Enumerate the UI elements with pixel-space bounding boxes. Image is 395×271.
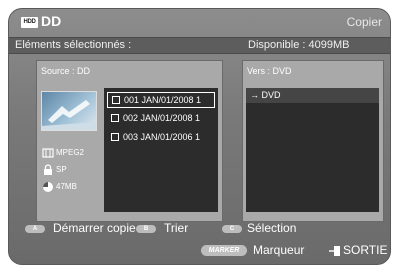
disc-icon [43,182,53,192]
marker-key[interactable]: MARKER [201,245,247,256]
quality-value: SP [56,165,67,174]
size-row: 47MB [42,181,102,193]
format-value: MPEG2 [56,148,85,157]
button-guide: A Démarrer copie B Trier C Sélection MAR… [9,221,390,264]
key-c[interactable]: C [222,225,242,233]
lock-icon [44,164,52,175]
destination-label: → DVD [250,90,281,100]
selection-label: Sélection [247,221,297,235]
exit-label: SORTIE [343,243,388,257]
checkbox[interactable] [111,133,119,141]
list-item[interactable]: 003 JAN/01/2006 1 [107,130,215,146]
mode-label: Copier [346,15,382,29]
start-copy-label: Démarrer copie [53,221,136,235]
destination-list: → DVD [246,88,379,212]
checkbox[interactable] [111,114,119,122]
destination-item-dvd[interactable]: → DVD [246,88,379,103]
list-item[interactable]: 002 JAN/01/2008 1 [107,111,215,127]
source-title: Source : DD [41,66,91,76]
title-label: 003 JAN/01/2006 1 [123,132,201,142]
copy-screen: HDD DD Copier Eléments sélectionnés : Di… [8,8,391,265]
hdd-icon: HDD [21,17,38,28]
quality-row: SP [42,164,102,176]
selected-items-label: Eléments sélectionnés : [15,39,132,51]
available-space: Disponible : 4099MB [248,39,350,51]
video-thumbnail [41,91,97,131]
destination-title: Vers : DVD [247,66,292,76]
film-icon [42,148,54,158]
checkbox[interactable] [112,96,120,104]
list-item[interactable]: 001 JAN/01/2008 1 [107,92,215,108]
info-bar: Eléments sélectionnés : Disponible : 409… [9,37,390,54]
title-bar: HDD DD Copier [9,9,390,36]
key-a[interactable]: A [25,225,45,233]
key-b[interactable]: B [136,225,156,233]
page-title: DD [41,13,62,29]
marker-label: Marqueur [253,243,305,257]
format-row: MPEG2 [42,147,102,159]
title-label: 002 JAN/01/2008 1 [123,113,201,123]
title-list: 001 JAN/01/2008 1 002 JAN/01/2008 1 003 … [104,88,218,212]
destination-panel: Vers : DVD → DVD [242,60,384,222]
exit-icon[interactable] [329,245,341,257]
sort-label: Trier [164,221,189,235]
source-panel: Source : DD MPEG2 SP 47MB 001 JAN/01/200… [36,60,223,222]
title-label: 001 JAN/01/2008 1 [124,95,202,105]
size-value: 47MB [56,182,77,191]
